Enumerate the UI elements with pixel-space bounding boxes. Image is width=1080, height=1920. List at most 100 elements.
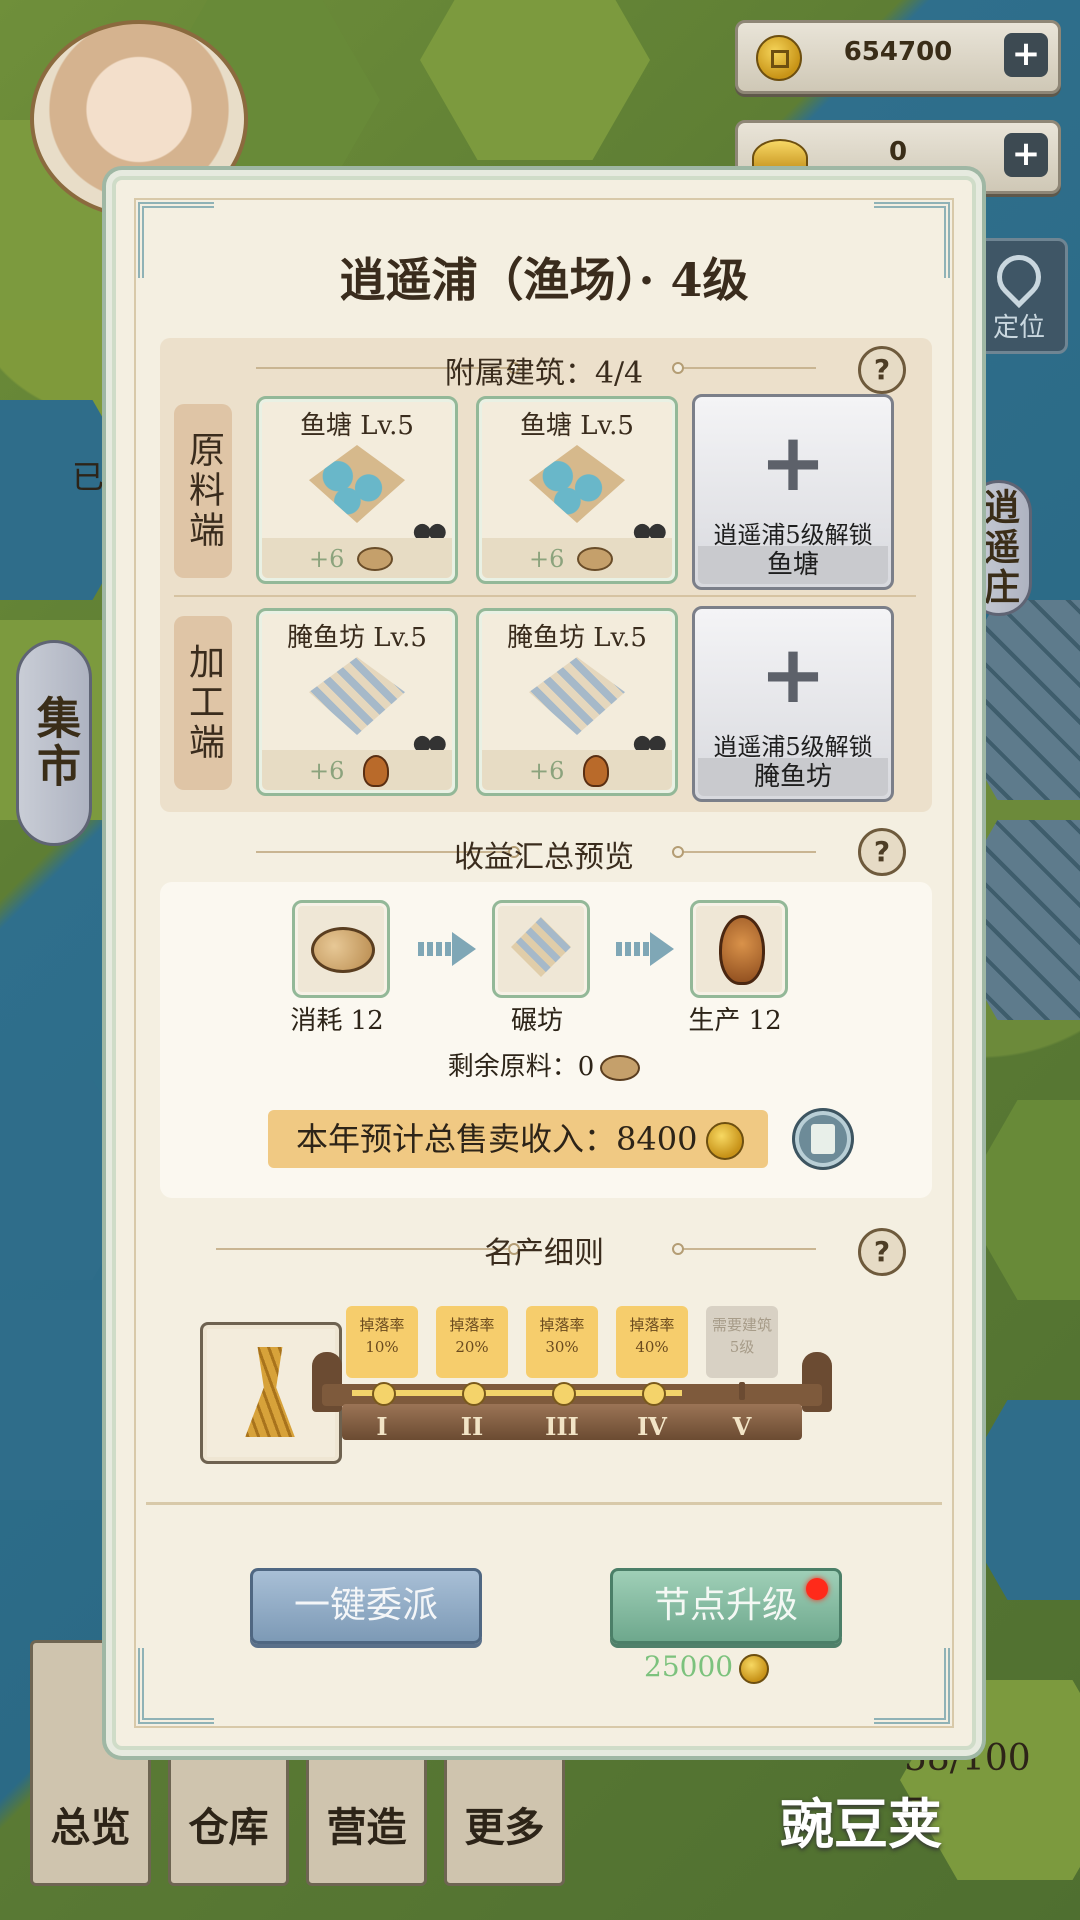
market-scroll[interactable]: 集市 (16, 640, 92, 846)
row-label-raw: 原料端 (174, 404, 232, 578)
add-slot-icon: + (759, 628, 827, 721)
tier-knob-active (642, 1382, 666, 1406)
watermark-logo: 豌豆荚 (780, 1792, 942, 1856)
coin-icon (739, 1653, 770, 1684)
salted-fish-item[interactable] (690, 900, 788, 998)
tier-badge-1: 掉落率 10% (346, 1306, 418, 1378)
remaining-material: 剩余原料：0 (116, 1046, 972, 1083)
salted-fish-icon (363, 755, 389, 787)
salted-fish-shop-image (309, 657, 405, 735)
building-name: 鱼塘 Lv.5 (520, 411, 634, 441)
salted-fish-shop-image (529, 657, 625, 735)
fish-icon (357, 547, 393, 571)
map-tile (420, 0, 650, 160)
annual-income-banner: 本年预计总售卖收入：8400 (268, 1110, 768, 1168)
tier-knob-inactive (739, 1382, 745, 1400)
fish-icon (311, 927, 375, 973)
output-bonus: +6 (309, 757, 345, 785)
summary-header: 收益汇总预览 (454, 840, 634, 875)
add-coin-button[interactable]: + (1004, 33, 1048, 77)
building-name: 腌鱼坊 Lv.5 (507, 623, 647, 653)
produce-label: 生产 12 (688, 1006, 782, 1036)
copper-coin-icon (756, 35, 802, 81)
building-card-salted-fish-1[interactable]: 腌鱼坊 Lv.5 ●● +6 (256, 608, 458, 796)
map-tile (960, 1100, 1080, 1300)
building-card-fishpond-2[interactable]: 鱼塘 Lv.5 ●● +6 (476, 396, 678, 584)
process-label: 碾坊 (510, 1006, 563, 1036)
add-slot-icon: + (759, 416, 827, 509)
locked-building-name: 鱼塘 (698, 546, 888, 584)
salted-fish-icon (719, 915, 765, 985)
building-card-salted-fish-2[interactable]: 腌鱼坊 Lv.5 ●● +6 (476, 608, 678, 796)
add-ingot-button[interactable]: + (1004, 133, 1048, 177)
mill-icon (511, 917, 571, 977)
output-bonus: +6 (309, 545, 345, 573)
copper-coin-value: 654700 (843, 37, 953, 67)
arrow-right-icon (616, 932, 676, 966)
fishpond-image (529, 445, 625, 523)
unlock-requirement: 逍遥浦5级解锁 (713, 521, 873, 549)
modal-title: 逍遥浦（渔场）· 4级 (339, 253, 749, 307)
tier-badge-5-locked: 需要建筑 5级 (706, 1306, 778, 1378)
mill-item[interactable] (492, 900, 590, 998)
tier-badge-2: 掉落率 20% (436, 1306, 508, 1378)
nav-overview-label: 总览 (50, 1804, 131, 1851)
consume-label: 消耗 12 (290, 1006, 384, 1036)
partial-label: 已 (72, 458, 105, 496)
notification-dot (806, 1578, 828, 1600)
nav-warehouse-label: 仓库 (188, 1804, 269, 1851)
tier-knob-active (552, 1382, 576, 1406)
specialty-header: 名产细则 (484, 1236, 604, 1271)
attached-buildings-header: 附属建筑：4/4 (444, 356, 644, 391)
specialty-help-button[interactable]: ? (858, 1228, 906, 1276)
tier-numeral: I (376, 1412, 388, 1441)
locked-slot-fishpond[interactable]: + 逍遥浦5级解锁 鱼塘 (692, 394, 894, 590)
locked-slot-salted-fish[interactable]: + 逍遥浦5级解锁 腌鱼坊 (692, 606, 894, 802)
upgrade-node-button[interactable]: 节点升级 (610, 1568, 842, 1644)
copper-coin-bar: 654700 + (735, 20, 1061, 94)
card-footer (262, 750, 452, 790)
tier-numeral: III (545, 1412, 579, 1441)
nav-build-label: 营造 (326, 1804, 407, 1851)
tier-numeral: V (732, 1412, 752, 1441)
row-divider (174, 595, 916, 597)
output-bonus: +6 (529, 757, 565, 785)
output-bonus: +6 (529, 545, 565, 573)
upgrade-cost-value: 25000 (644, 1650, 734, 1683)
building-card-fishpond-1[interactable]: 鱼塘 Lv.5 ●● +6 (256, 396, 458, 584)
fish-icon (577, 547, 613, 571)
tier-knob-active (372, 1382, 396, 1406)
gold-ingot-value: 0 (888, 137, 908, 167)
footer-divider (146, 1502, 942, 1505)
locate-label: 定位 (992, 313, 1045, 343)
row-label-processing: 加工端 (174, 616, 232, 790)
nav-more-label: 更多 (464, 1804, 545, 1851)
upgrade-cost: 25000 (644, 1650, 770, 1684)
tier-badge-4: 掉落率 40% (616, 1306, 688, 1378)
tier-knob-active (462, 1382, 486, 1406)
card-footer (482, 750, 672, 790)
location-pin-icon (987, 245, 1051, 309)
building-name: 鱼塘 Lv.5 (300, 411, 414, 441)
fishpond-image (309, 445, 405, 523)
tier-numeral: II (460, 1412, 484, 1441)
corner-ornament (874, 1648, 950, 1724)
book-icon[interactable] (792, 1108, 854, 1170)
coin-icon (706, 1122, 744, 1160)
building-detail-modal: 逍遥浦（渔场）· 4级 附属建筑：4/4 ? 原料端 鱼塘 Lv.5 ●● +6… (112, 176, 976, 1750)
locate-button[interactable]: 定位 (970, 238, 1068, 354)
salted-fish-icon (583, 755, 609, 787)
attached-help-button[interactable]: ? (858, 346, 906, 394)
building-name: 腌鱼坊 Lv.5 (287, 623, 427, 653)
corner-ornament (138, 1648, 214, 1724)
summary-help-button[interactable]: ? (858, 828, 906, 876)
tier-badge-3: 掉落率 30% (526, 1306, 598, 1378)
remaining-material-text: 剩余原料：0 (447, 1052, 595, 1082)
dispatch-all-button[interactable]: 一键委派 (250, 1568, 482, 1644)
tier-numeral: IV (637, 1412, 667, 1441)
fish-icon (600, 1055, 641, 1081)
raw-fish-item[interactable] (292, 900, 390, 998)
locked-building-name: 腌鱼坊 (698, 758, 888, 796)
wheat-sheaf-icon (245, 1347, 295, 1437)
arrow-right-icon (418, 932, 478, 966)
